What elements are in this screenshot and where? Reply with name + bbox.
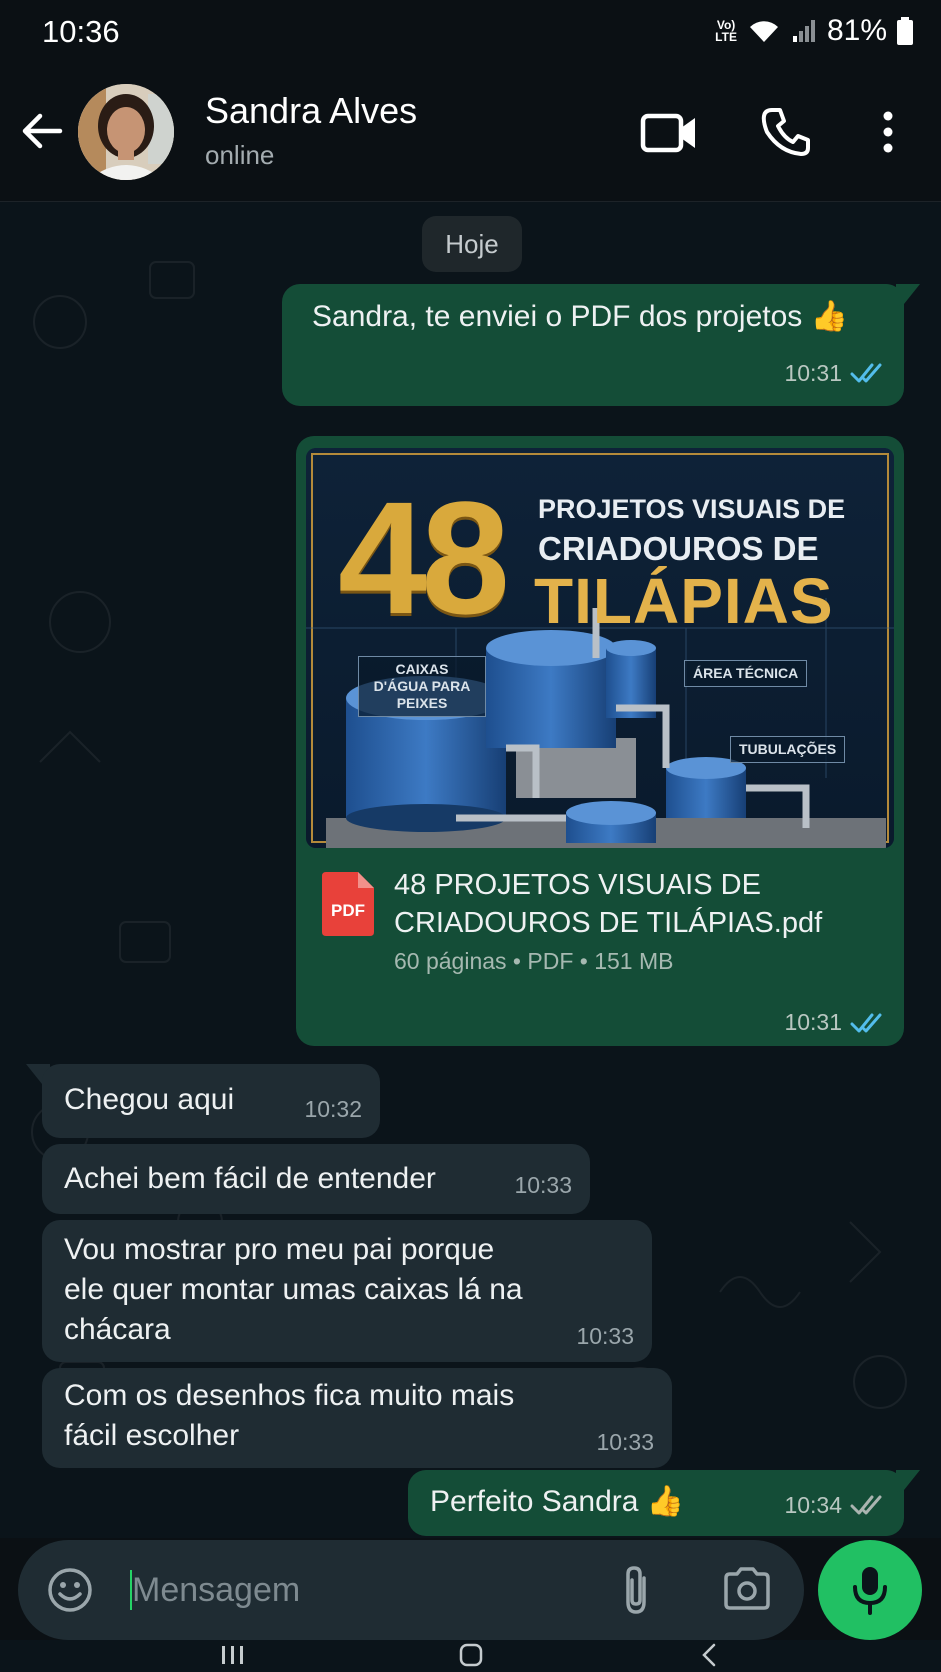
cover-label-area: ÁREA TÉCNICA: [684, 660, 808, 687]
battery-percent: 81%: [826, 14, 887, 47]
attach-icon[interactable]: [616, 1564, 656, 1616]
recents-icon[interactable]: [220, 1642, 246, 1668]
system-nav-bar: [0, 1640, 941, 1672]
message-time: 10:33: [514, 1172, 572, 1198]
message-text: Com os desenhos fica muito mais fácil es…: [64, 1379, 515, 1452]
more-options-icon[interactable]: [870, 106, 906, 158]
bubble-tail: [896, 284, 920, 306]
emoji-icon[interactable]: [46, 1566, 94, 1614]
read-receipt-icon: [850, 363, 882, 383]
read-receipt-icon: [850, 1013, 882, 1032]
message-time: 10:33: [596, 1429, 654, 1455]
message-input[interactable]: [132, 1562, 552, 1618]
video-call-icon[interactable]: [640, 108, 698, 158]
camera-icon[interactable]: [722, 1566, 772, 1612]
message-incoming[interactable]: Com os desenhos fica muito mais fácil es…: [42, 1368, 672, 1468]
contact-status: online: [205, 140, 275, 170]
cover-title-line1: PROJETOS VISUAIS DE: [538, 494, 846, 524]
phone-icon[interactable]: [760, 106, 812, 158]
message-text: Achei bem fácil de entender: [64, 1162, 436, 1195]
contact-name[interactable]: Sandra Alves: [205, 90, 417, 132]
back-arrow-icon[interactable]: [18, 106, 68, 156]
message-incoming[interactable]: Achei bem fácil de entender 10:33: [42, 1144, 590, 1214]
chat-area[interactable]: Hoje Sandra, te enviei o PDF dos projeto…: [0, 202, 941, 1538]
message-meta: 10:32: [304, 1086, 362, 1132]
message-outgoing[interactable]: Perfeito Sandra 👍 10:34: [408, 1470, 904, 1536]
document-filename: 48 PROJETOS VISUAIS DE CRIADOUROS DE TIL…: [394, 869, 823, 939]
message-time: 10:31: [784, 360, 842, 386]
mic-button[interactable]: [818, 1540, 922, 1640]
document-details: 60 páginas • PDF • 151 MB: [394, 948, 674, 974]
status-icons: Vo) LTE 81%: [715, 14, 913, 48]
message-composer: [18, 1540, 804, 1640]
wifi-icon: [749, 21, 778, 42]
cover-number: 48: [338, 468, 510, 647]
mic-icon: [853, 1567, 887, 1615]
status-time: 10:36: [42, 14, 120, 49]
message-document[interactable]: 48 PROJETOS VISUAIS DE CRIADOUROS DE TIL…: [296, 436, 904, 1046]
message-time: 10:32: [304, 1096, 362, 1122]
pdf-icon: PDF: [322, 872, 374, 936]
cover-title-line2: CRIADOUROS DE: [538, 530, 819, 567]
message-time: 10:31: [784, 1009, 842, 1035]
message-time: 10:33: [576, 1323, 634, 1349]
pdf-badge-text: PDF: [331, 901, 365, 920]
message-text: Sandra, te enviei o PDF dos projetos 👍: [312, 300, 848, 333]
nav-back-icon[interactable]: [697, 1642, 723, 1668]
signal-icon: [792, 20, 815, 42]
cover-title-line3: TILÁPIAS: [534, 565, 834, 637]
message-time: 10:34: [784, 1492, 842, 1518]
message-incoming[interactable]: Chegou aqui 10:32: [42, 1064, 380, 1138]
delivered-receipt-icon: [850, 1495, 882, 1515]
bubble-tail: [896, 1470, 920, 1492]
status-bar: 10:36 Vo) LTE 81%: [0, 0, 941, 70]
home-icon[interactable]: [458, 1642, 484, 1668]
message-meta: 10:33: [576, 1316, 634, 1356]
message-meta: 10:33: [514, 1162, 572, 1208]
message-outgoing[interactable]: Sandra, te enviei o PDF dos projetos 👍 1…: [282, 284, 904, 406]
avatar[interactable]: [78, 84, 174, 180]
cover-label-pipes: TUBULAÇÕES: [730, 736, 846, 763]
cover-label-tanks: CAIXAS D'ÁGUA PARA PEIXES: [358, 656, 486, 717]
message-meta: 10:33: [596, 1422, 654, 1462]
document-info[interactable]: PDF 48 PROJETOS VISUAIS DE CRIADOUROS DE…: [296, 848, 904, 1046]
chat-header: Sandra Alves online: [0, 70, 941, 202]
volte-indicator: Vo) LTE: [715, 18, 737, 44]
message-incoming[interactable]: Vou mostrar pro meu pai porque ele quer …: [42, 1220, 652, 1362]
message-meta: 10:34: [784, 1482, 886, 1528]
message-text: Vou mostrar pro meu pai porque ele quer …: [64, 1233, 523, 1346]
message-meta: 10:31: [784, 1009, 886, 1036]
day-separator: Hoje: [422, 216, 522, 272]
battery-icon: [897, 17, 913, 45]
document-preview[interactable]: 48 PROJETOS VISUAIS DE CRIADOUROS DE TIL…: [306, 448, 894, 848]
message-meta: 10:31: [784, 350, 886, 396]
